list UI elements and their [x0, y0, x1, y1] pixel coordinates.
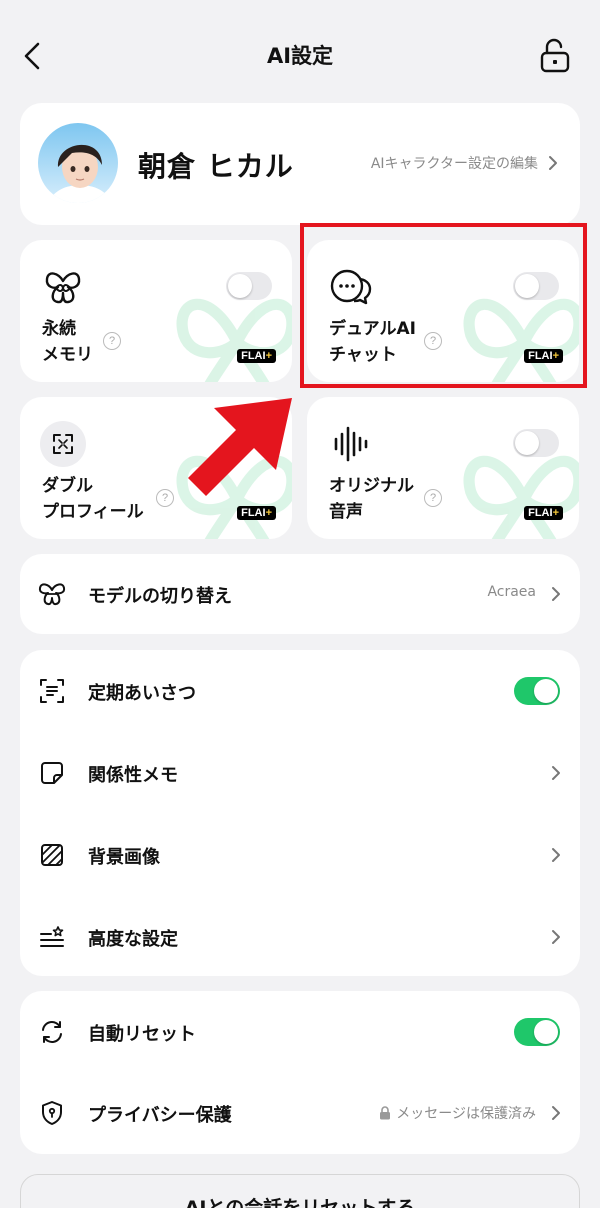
- row-label: 自動リセット: [88, 1024, 196, 1045]
- expand-icon: [40, 421, 86, 467]
- flai-plus-badge: FLAI+: [237, 506, 276, 520]
- tile-persistent-memory: 永続 メモリ ? FLAI+: [20, 240, 292, 382]
- tile-double-profile[interactable]: ダブル プロフィール ? FLAI+: [20, 397, 292, 539]
- header: AI設定: [0, 0, 600, 104]
- scan-list-icon: [38, 677, 66, 705]
- reset-conversation-button[interactable]: AIとの会話をリセットする: [20, 1174, 580, 1208]
- relationship-memo-row[interactable]: 関係性メモ: [20, 732, 580, 814]
- flai-plus-badge: FLAI+: [237, 349, 276, 363]
- privacy-status-label: メッセージは保護済み: [396, 1106, 536, 1122]
- star-list-icon: [38, 923, 66, 951]
- model-switch-row[interactable]: モデルの切り替え Acraea: [20, 554, 580, 633]
- privacy-status: メッセージは保護済み: [379, 1103, 536, 1123]
- original-voice-toggle[interactable]: [513, 429, 559, 457]
- tile-label: オリジナル 音声: [329, 476, 414, 522]
- chevron-right-icon: [552, 930, 560, 944]
- row-label: プライバシー保護: [88, 1105, 232, 1126]
- help-icon[interactable]: ?: [424, 332, 442, 350]
- reset-conversation-label: AIとの会話をリセットする: [184, 1197, 416, 1208]
- model-switch-card: モデルの切り替え Acraea: [20, 554, 580, 634]
- profile-card[interactable]: 朝倉 ヒカル AIキャラクター設定の編集: [20, 103, 580, 225]
- padlock-icon: [380, 1106, 391, 1120]
- note-icon: [38, 759, 66, 787]
- advanced-settings-row[interactable]: 高度な設定: [20, 896, 580, 976]
- greeting-toggle[interactable]: [514, 677, 560, 705]
- current-model-value: Acraea: [487, 584, 536, 600]
- tile-original-voice: オリジナル 音声 ? FLAI+: [307, 397, 579, 539]
- chat-bubbles-icon: [327, 264, 373, 310]
- row-label: 背景画像: [88, 847, 160, 868]
- privacy-protection-row[interactable]: プライバシー保護 メッセージは保護済み: [20, 1072, 580, 1154]
- row-label: 高度な設定: [88, 929, 178, 950]
- tile-label: ダブル プロフィール: [42, 476, 144, 522]
- edit-character-link[interactable]: AIキャラクター設定の編集: [371, 153, 558, 173]
- chevron-right-icon: [552, 1106, 560, 1120]
- flai-plus-badge: FLAI+: [524, 506, 563, 520]
- avatar: [38, 123, 118, 203]
- settings-list-card: 定期あいさつ 関係性メモ 背景画像 高度な設定: [20, 650, 580, 976]
- auto-reset-toggle[interactable]: [514, 1018, 560, 1046]
- page-title: AI設定: [266, 44, 334, 68]
- chevron-right-icon: [552, 766, 560, 780]
- help-icon[interactable]: ?: [424, 489, 442, 507]
- dual-ai-chat-toggle[interactable]: [513, 272, 559, 300]
- infinity-icon: [40, 264, 86, 310]
- refresh-icon: [38, 1018, 66, 1046]
- hatched-image-icon: [38, 841, 66, 869]
- butterfly-icon: [38, 580, 66, 608]
- background-image-row[interactable]: 背景画像: [20, 814, 580, 896]
- shield-icon: [38, 1099, 66, 1127]
- tile-label: デュアルAI チャット: [329, 319, 416, 365]
- chevron-right-icon: [552, 848, 560, 862]
- auto-reset-row: 自動リセット: [20, 991, 580, 1073]
- character-name: 朝倉 ヒカル: [138, 150, 294, 183]
- row-label: モデルの切り替え: [88, 586, 232, 607]
- row-label: 関係性メモ: [88, 765, 178, 786]
- greeting-row: 定期あいさつ: [20, 650, 580, 732]
- help-icon[interactable]: ?: [156, 489, 174, 507]
- unlock-icon: [540, 38, 570, 73]
- flai-plus-badge: FLAI+: [524, 349, 563, 363]
- watermark-logo: [176, 455, 292, 539]
- persistent-memory-toggle[interactable]: [226, 272, 272, 300]
- chevron-right-icon: [552, 587, 560, 601]
- chevron-right-icon: [549, 156, 557, 170]
- help-icon[interactable]: ?: [103, 332, 121, 350]
- tile-dual-ai-chat: デュアルAI チャット ? FLAI+: [307, 240, 579, 382]
- edit-character-label: AIキャラクター設定の編集: [370, 156, 538, 172]
- sound-wave-icon: [327, 421, 373, 467]
- row-label: 定期あいさつ: [88, 683, 196, 704]
- reset-privacy-card: 自動リセット プライバシー保護 メッセージは保護済み: [20, 991, 580, 1154]
- lock-button[interactable]: [538, 38, 572, 74]
- tile-label: 永続 メモリ: [42, 319, 93, 365]
